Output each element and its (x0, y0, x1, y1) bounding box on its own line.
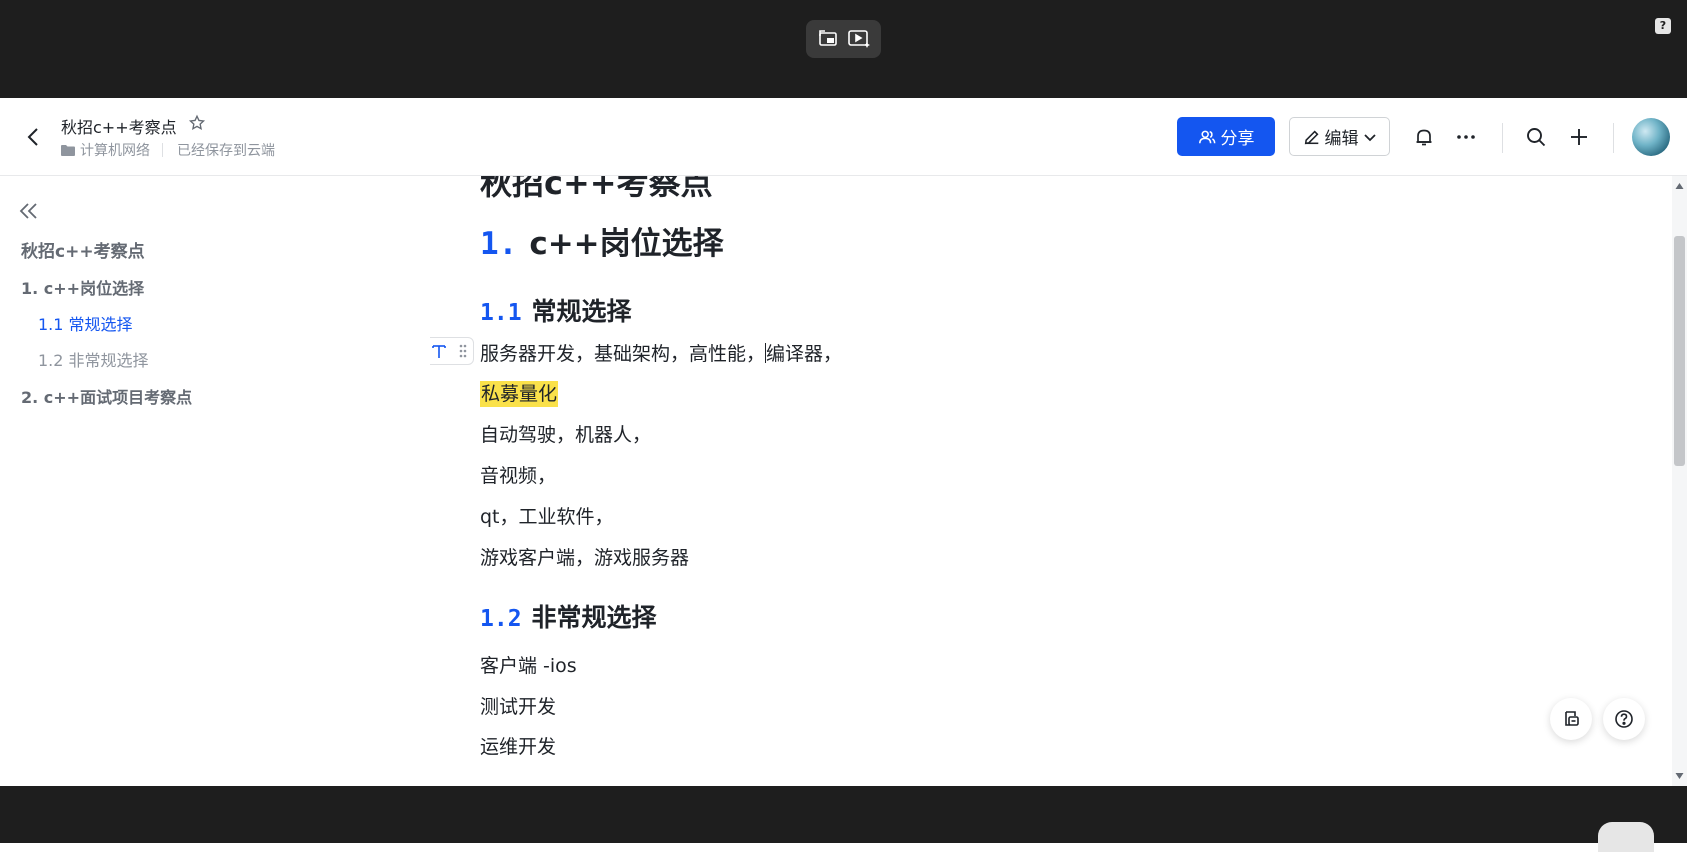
paragraph[interactable]: 客户端 -ios (480, 651, 577, 678)
heading-number: 1.1 (480, 300, 522, 326)
plus-icon[interactable] (1565, 123, 1593, 151)
doc-meta: 计算机网络 已经保存到云端 (61, 140, 275, 160)
outline-item[interactable]: 2. c++面试项目考察点 (21, 384, 192, 408)
outline-title[interactable]: 秋招c++考察点 (21, 237, 145, 262)
heading-number: 1.2 (480, 606, 522, 632)
video-top-bar: ? (0, 0, 1687, 98)
doc-heading-partial: 秋招c++考察点 (480, 176, 713, 202)
edit-mode-button[interactable]: 编辑 (1289, 117, 1390, 156)
scroll-up-arrow-icon[interactable] (1675, 182, 1684, 190)
text-type-icon (432, 345, 446, 358)
scrollbar-thumb[interactable] (1674, 236, 1685, 466)
users-icon (1198, 130, 1215, 143)
search-icon[interactable] (1522, 123, 1550, 151)
outline-panel: 秋招c++考察点 1. c++岗位选择 1.1 常规选择 1.2 非常规选择 2… (0, 176, 330, 786)
paragraph-text: 服务器开发，基础架构，高性能， (480, 343, 766, 365)
video-bottom-bar (0, 786, 1687, 843)
edit-label: 编辑 (1324, 129, 1359, 149)
heading-text: 常规选择 (531, 297, 632, 326)
comment-panel-button[interactable] (1550, 698, 1592, 740)
scroll-down-arrow-icon[interactable] (1675, 772, 1684, 780)
paragraph[interactable]: 游戏客户端，游戏服务器 (480, 543, 689, 570)
meta-divider (162, 143, 163, 157)
drag-handle-icon[interactable] (458, 343, 468, 359)
tv-icon[interactable] (1598, 822, 1654, 852)
heading-text: 非常规选择 (531, 603, 657, 632)
comment-doc-icon (1565, 711, 1579, 726)
help-corner-icon[interactable]: ? (1655, 18, 1671, 34)
document-body: 秋招c++考察点 1. c++岗位选择 1.1 常规选择 服务器开发，基础架构，高性… (430, 176, 1670, 786)
back-icon[interactable] (20, 124, 46, 150)
heading-2[interactable]: 1.1 常规选择 (480, 292, 632, 328)
doc-header: 秋招c++考察点 计算机网络 已经保存到云端 分享 编辑 (0, 98, 1687, 176)
save-status: 已经保存到云端 (177, 143, 275, 159)
bell-icon[interactable] (1410, 123, 1438, 151)
avatar[interactable] (1632, 118, 1670, 156)
heading-2[interactable]: 1.2 非常规选择 (480, 598, 657, 634)
outline-item-active[interactable]: 1.1 常规选择 (38, 311, 133, 335)
vertical-scrollbar[interactable] (1672, 176, 1687, 786)
star-icon[interactable] (188, 114, 206, 136)
heading-1[interactable]: 1. c++岗位选择 (480, 218, 724, 263)
highlighted-text: 私募量化 (480, 381, 559, 407)
paragraph[interactable]: 测试开发 (480, 692, 556, 719)
paragraph[interactable]: 音视频， (480, 461, 556, 488)
paragraph[interactable]: 自动驾驶，机器人， (480, 420, 651, 447)
player-controls (806, 20, 881, 58)
header-divider (1613, 123, 1614, 153)
outline-item[interactable]: 1. c++岗位选择 (21, 275, 144, 299)
outline-item[interactable]: 1.2 非常规选择 (38, 347, 149, 371)
paragraph[interactable]: 运维开发 (480, 732, 556, 759)
pencil-icon (1304, 130, 1318, 144)
folder-link[interactable]: 计算机网络 (80, 140, 150, 160)
question-icon (1615, 710, 1633, 728)
ai-playback-icon[interactable] (845, 25, 873, 53)
heading-number: 1. (480, 226, 518, 262)
header-divider (1502, 123, 1503, 153)
more-icon[interactable] (1452, 123, 1480, 151)
share-label: 分享 (1220, 129, 1255, 149)
folder-icon (61, 144, 75, 156)
help-button[interactable] (1603, 698, 1645, 740)
paragraph[interactable]: qt，工业软件， (480, 502, 614, 529)
paragraph-text: 编译器， (766, 343, 843, 365)
paragraph[interactable]: 服务器开发，基础架构，高性能，编译器， (480, 339, 842, 366)
block-handle[interactable] (430, 337, 474, 365)
chevron-down-icon (1363, 133, 1376, 141)
exit-pip-icon[interactable] (814, 25, 842, 53)
doc-title[interactable]: 秋招c++考察点 (61, 114, 177, 138)
collapse-outline-icon[interactable] (18, 202, 40, 224)
share-button[interactable]: 分享 (1177, 117, 1275, 156)
paragraph[interactable]: 私募量化 (480, 379, 559, 407)
heading-text: c++岗位选择 (529, 226, 724, 262)
